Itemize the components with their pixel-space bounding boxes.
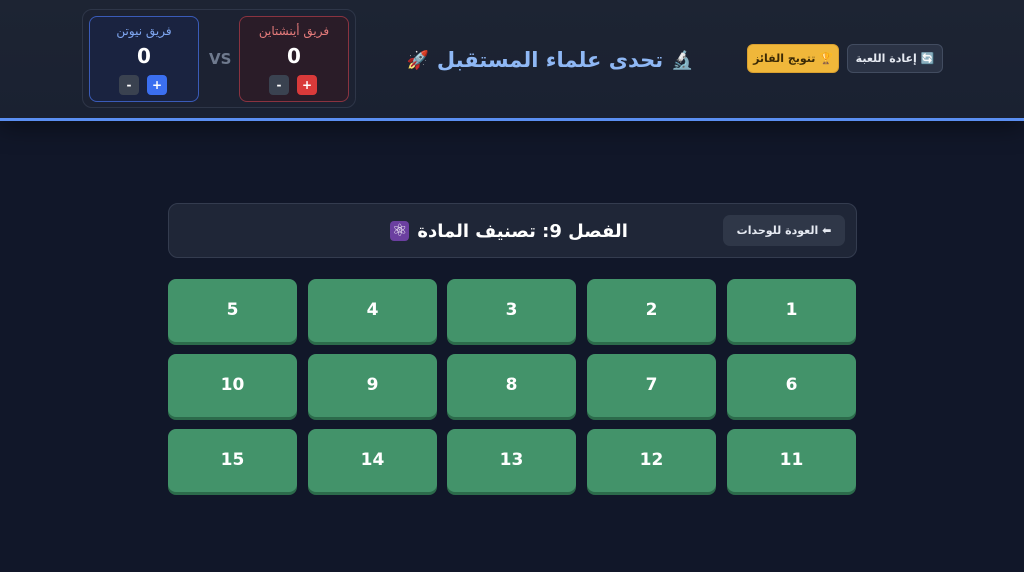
game-title-text: تحدى علماء المستقبل bbox=[436, 48, 664, 72]
question-tile[interactable]: 1 bbox=[727, 279, 856, 342]
team-newton-minus-button[interactable]: - bbox=[119, 75, 139, 95]
question-tile[interactable]: 12 bbox=[587, 429, 716, 492]
team-einstein-minus-button[interactable]: - bbox=[269, 75, 289, 95]
atom-icon: ⚛ bbox=[390, 221, 410, 241]
game-title: 🔬 تحدى علماء المستقبل 🚀 bbox=[400, 44, 700, 76]
microscope-icon: 🔬 bbox=[671, 49, 694, 71]
question-tile[interactable]: 2 bbox=[587, 279, 716, 342]
scoreboard: فريق نيوتن 0 - + VS فريق أينشتاين 0 - + bbox=[82, 9, 356, 108]
team-einstein-card: فريق أينشتاين 0 - + bbox=[239, 16, 349, 102]
back-to-units-button[interactable]: ⬅ العودة للوحدات bbox=[723, 215, 845, 246]
chapter-bar: الفصل 9: تصنيف المادة ⚛ ⬅ العودة للوحدات bbox=[168, 203, 857, 258]
question-tile[interactable]: 5 bbox=[168, 279, 297, 342]
question-tile[interactable]: 15 bbox=[168, 429, 297, 492]
team-newton-plus-button[interactable]: + bbox=[147, 75, 167, 95]
team-newton-card: فريق نيوتن 0 - + bbox=[89, 16, 199, 102]
crown-winner-button[interactable]: 🏆 تتويج الفائز bbox=[747, 44, 839, 73]
reset-game-button[interactable]: 🔄 إعادة اللعبة bbox=[847, 44, 943, 73]
chapter-title: الفصل 9: تصنيف المادة ⚛ bbox=[359, 216, 659, 246]
question-tile[interactable]: 4 bbox=[308, 279, 437, 342]
team-newton-score: 0 bbox=[137, 44, 151, 68]
question-tile[interactable]: 13 bbox=[447, 429, 576, 492]
vs-label: VS bbox=[209, 50, 232, 68]
question-tile[interactable]: 14 bbox=[308, 429, 437, 492]
question-tile[interactable]: 7 bbox=[587, 354, 716, 417]
question-tile[interactable]: 11 bbox=[727, 429, 856, 492]
team-einstein-score: 0 bbox=[287, 44, 301, 68]
question-tile[interactable]: 3 bbox=[447, 279, 576, 342]
header-accent-line bbox=[0, 118, 1024, 121]
chapter-title-text: الفصل 9: تصنيف المادة bbox=[417, 220, 628, 242]
team-einstein-plus-button[interactable]: + bbox=[297, 75, 317, 95]
rocket-icon: 🚀 bbox=[406, 49, 429, 71]
team-einstein-name: فريق أينشتاين bbox=[258, 24, 330, 38]
question-tile[interactable]: 6 bbox=[727, 354, 856, 417]
question-tile[interactable]: 9 bbox=[308, 354, 437, 417]
header-bar: فريق نيوتن 0 - + VS فريق أينشتاين 0 - + … bbox=[0, 0, 1024, 118]
question-tile[interactable]: 8 bbox=[447, 354, 576, 417]
question-tile[interactable]: 10 bbox=[168, 354, 297, 417]
team-newton-name: فريق نيوتن bbox=[116, 24, 172, 38]
